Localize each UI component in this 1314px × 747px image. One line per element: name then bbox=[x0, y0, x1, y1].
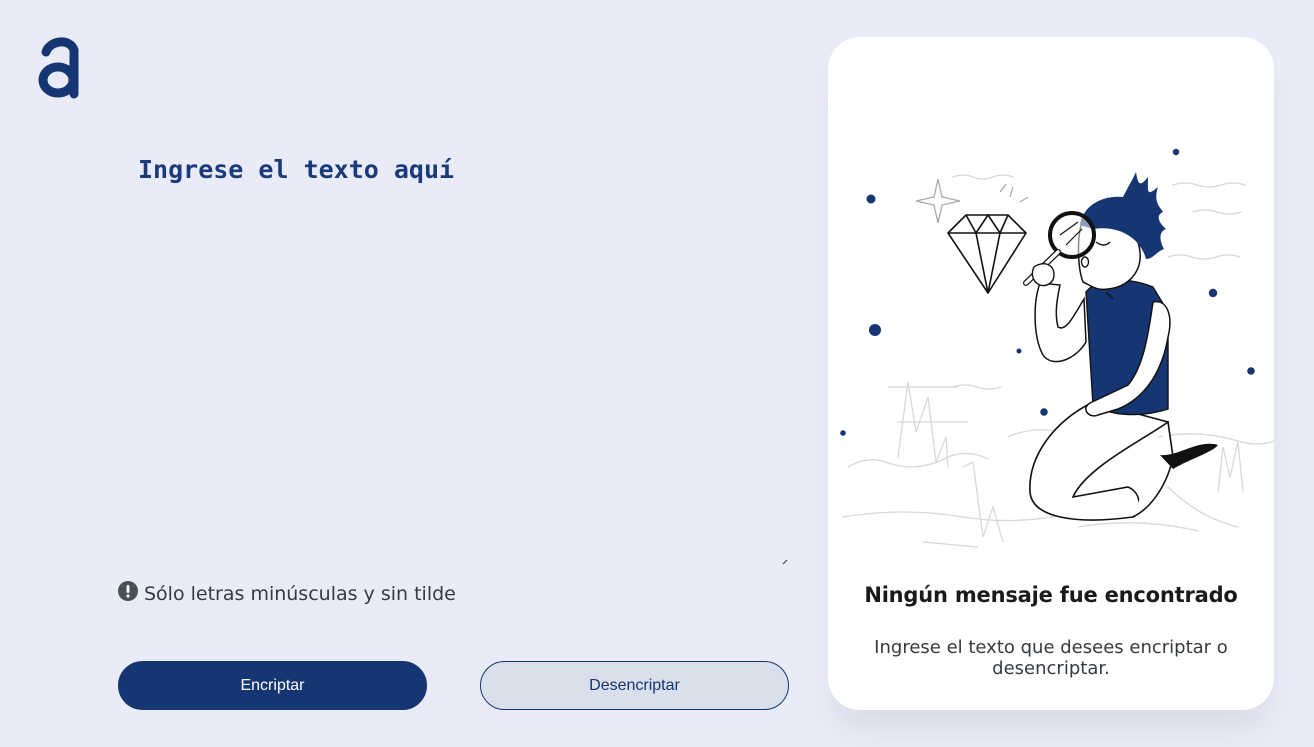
resize-grip-icon[interactable] bbox=[782, 559, 788, 565]
hint-text: Sólo letras minúsculas y sin tilde bbox=[144, 583, 456, 605]
person-with-magnifier-illustration bbox=[840, 148, 1274, 548]
output-title: Ningún mensaje fue encontrado bbox=[864, 583, 1238, 607]
encrypt-button[interactable]: Encriptar bbox=[118, 661, 427, 710]
hint: Sólo letras minúsculas y sin tilde bbox=[118, 581, 456, 605]
output-description: Ingrese el texto que desees encriptar o … bbox=[874, 637, 1228, 679]
output-panel: Ningún mensaje fue encontrado Ingrese el… bbox=[828, 37, 1274, 710]
exclamation-circle-icon bbox=[118, 581, 138, 601]
decrypt-button[interactable]: Desencriptar bbox=[480, 661, 789, 710]
brand-logo-icon bbox=[38, 37, 79, 99]
page: Sólo letras minúsculas y sin tilde Encri… bbox=[0, 0, 1314, 747]
text-input[interactable] bbox=[118, 140, 788, 565]
